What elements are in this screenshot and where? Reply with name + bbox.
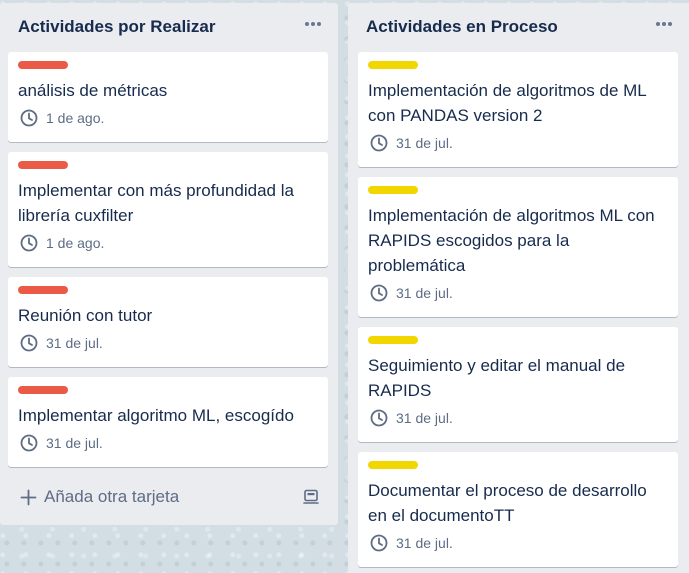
clock-icon <box>20 234 38 252</box>
list-title[interactable]: Actividades en Proceso <box>366 17 558 37</box>
list-actividades-en-proceso: Actividades en Proceso Implementación de… <box>348 3 689 573</box>
due-date-text: 31 de jul. <box>396 410 453 426</box>
card-title: Implementar con más profundidad la libre… <box>18 181 294 225</box>
clock-icon <box>370 534 388 552</box>
due-date-text: 31 de jul. <box>396 535 453 551</box>
due-date-badge[interactable]: 31 de jul. <box>370 134 453 152</box>
card-label-yellow[interactable] <box>368 61 418 69</box>
clock-icon <box>370 134 388 152</box>
due-date-text: 1 de ago. <box>46 110 105 126</box>
list-header[interactable]: Actividades en Proceso <box>348 3 689 51</box>
due-date-badge[interactable]: 31 de jul. <box>20 434 103 452</box>
card-label-yellow[interactable] <box>368 461 418 469</box>
card-title: Documentar el proceso de desarrollo en e… <box>368 481 647 525</box>
due-date-badge[interactable]: 31 de jul. <box>20 334 103 352</box>
clock-icon <box>20 334 38 352</box>
clock-icon <box>20 109 38 127</box>
clock-icon <box>370 409 388 427</box>
card-label-red[interactable] <box>18 286 68 294</box>
due-date-badge[interactable]: 1 de ago. <box>20 234 104 252</box>
list-header[interactable]: Actividades por Realizar <box>0 3 338 51</box>
list-actividades-por-realizar: Actividades por Realizar análisis de mét… <box>0 3 338 525</box>
clock-icon <box>20 434 38 452</box>
card[interactable]: Implementar con más profundidad la libre… <box>8 152 328 267</box>
card[interactable]: Documentar el proceso de desarrollo en e… <box>358 452 678 567</box>
add-card-label: Añada otra tarjeta <box>44 487 180 506</box>
more-icon-dot <box>317 22 321 26</box>
list-title[interactable]: Actividades por Realizar <box>18 17 215 37</box>
list-menu-button[interactable] <box>302 15 324 33</box>
due-date-badge[interactable]: 31 de jul. <box>370 284 453 302</box>
card-label-yellow[interactable] <box>368 336 418 344</box>
card[interactable]: Seguimiento y editar el manual de RAPIDS… <box>358 327 678 442</box>
due-date-text: 31 de jul. <box>396 135 453 151</box>
card-title: Implementación de algoritmos de ML con P… <box>368 81 647 125</box>
card-label-red[interactable] <box>18 161 68 169</box>
more-icon <box>305 22 309 26</box>
card-label-red[interactable] <box>18 61 68 69</box>
due-date-badge[interactable]: 1 de ago. <box>20 109 104 127</box>
more-icon-dot <box>668 22 672 26</box>
card-title: Implementación de algoritmos ML con RAPI… <box>368 206 655 275</box>
due-date-text: 31 de jul. <box>46 335 103 351</box>
card-label-red[interactable] <box>18 386 68 394</box>
more-icon-dot <box>311 22 315 26</box>
card-template-icon[interactable] <box>302 488 320 506</box>
card-title: análisis de métricas <box>18 81 168 100</box>
due-date-text: 31 de jul. <box>46 435 103 451</box>
card[interactable]: Implementación de algoritmos de ML con P… <box>358 52 678 167</box>
plus-icon <box>20 489 37 505</box>
card-title: Implementar algoritmo ML, escogído <box>18 406 294 425</box>
card[interactable]: Implementación de algoritmos ML con RAPI… <box>358 177 678 317</box>
card-title: Reunión con tutor <box>18 306 153 325</box>
more-icon <box>656 22 660 26</box>
clock-icon <box>370 284 388 302</box>
due-date-text: 1 de ago. <box>46 235 105 251</box>
due-date-text: 31 de jul. <box>396 285 453 301</box>
card[interactable]: análisis de métricas 1 de ago. <box>8 52 328 142</box>
card[interactable]: Reunión con tutor 31 de jul. <box>8 277 328 367</box>
card-title: Seguimiento y editar el manual de RAPIDS <box>368 356 626 400</box>
list-menu-button[interactable] <box>653 15 675 33</box>
add-card-button[interactable]: Añada otra tarjeta <box>20 487 179 507</box>
due-date-badge[interactable]: 31 de jul. <box>370 534 453 552</box>
card[interactable]: Implementar algoritmo ML, escogído 31 de… <box>8 377 328 467</box>
more-icon-dot <box>662 22 666 26</box>
card-label-yellow[interactable] <box>368 186 418 194</box>
due-date-badge[interactable]: 31 de jul. <box>370 409 453 427</box>
